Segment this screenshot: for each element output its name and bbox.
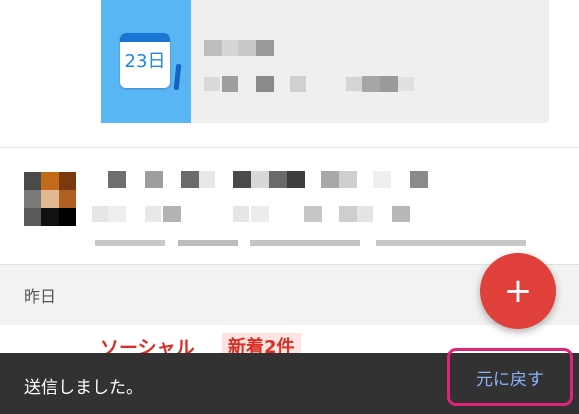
calendar-thumbnail: 23日 [101,0,191,123]
plus-icon: + [503,271,533,311]
compose-fab-button[interactable]: + [480,253,556,329]
section-label: 昨日 [24,287,57,306]
undo-label: 元に戻す [476,369,544,390]
undo-button[interactable]: 元に戻す [447,348,573,406]
pencil-icon [173,63,182,91]
calendar-icon: 23日 [120,33,170,88]
calendar-date: 23日 [124,51,166,72]
email-card-top[interactable]: 23日 [101,0,549,123]
avatar [24,172,76,226]
snackbar-message: 送信しました。 [24,378,143,398]
email-row[interactable] [0,147,579,265]
